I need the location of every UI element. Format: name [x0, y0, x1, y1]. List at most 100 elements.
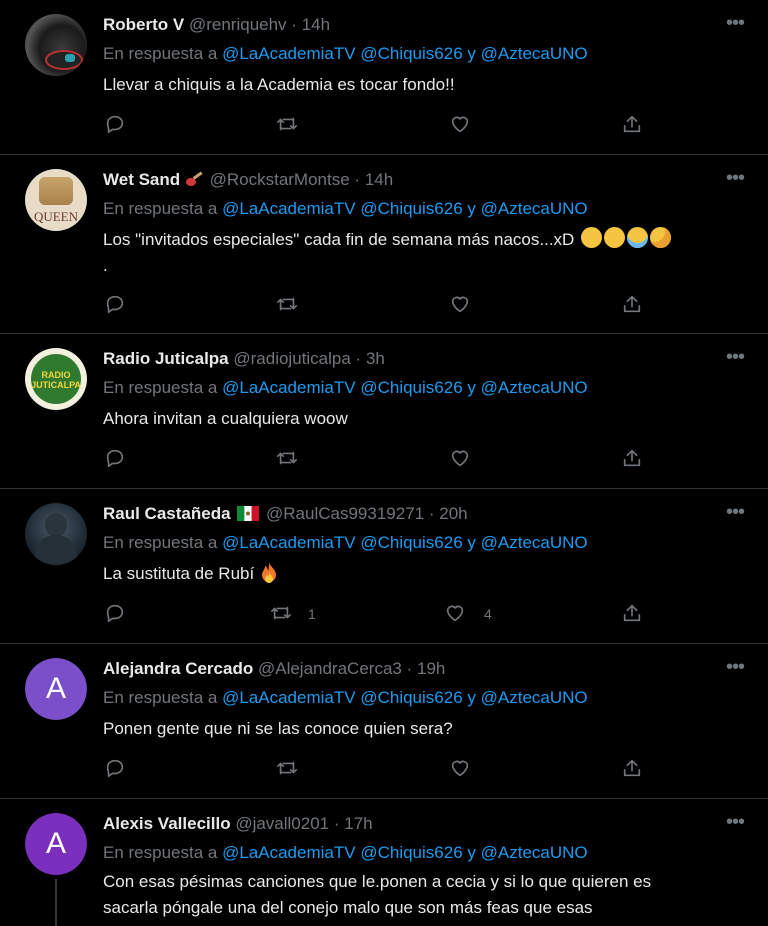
display-name[interactable]: Alexis Vallecillo: [103, 814, 231, 833]
mention-link[interactable]: @AztecaUNO: [481, 688, 588, 707]
avatar[interactable]: A: [25, 658, 87, 720]
grinning-squinting-face-icon: [604, 227, 626, 248]
more-options-icon[interactable]: •••: [724, 812, 746, 837]
mention-link[interactable]: @LaAcademiaTV: [222, 533, 356, 552]
tweet-5[interactable]: A Alejandra Cercado @AlejandraCerca3 · 1…: [0, 644, 768, 799]
share-icon[interactable]: [621, 447, 643, 469]
mention-link[interactable]: @LaAcademiaTV: [222, 843, 356, 862]
guitar-icon: [185, 170, 205, 188]
avatar[interactable]: A: [25, 813, 87, 875]
tweet-text: Llevar a chiquis a la Academia es tocar …: [103, 75, 455, 94]
share-icon[interactable]: [621, 602, 643, 624]
like-icon[interactable]: [449, 757, 471, 779]
more-options-icon[interactable]: •••: [724, 657, 746, 682]
mexico-flag-icon: [237, 506, 260, 521]
reply-icon[interactable]: [104, 113, 126, 135]
reply-icon[interactable]: [104, 757, 126, 779]
tweet-header: Raul Castañeda @RaulCas99319271 · 20h: [103, 504, 468, 523]
timestamp[interactable]: 14h: [365, 170, 393, 189]
display-name[interactable]: Raul Castañeda: [103, 504, 231, 523]
handle[interactable]: @renriquehv: [189, 15, 287, 34]
face-with-hand-over-mouth-icon: [650, 227, 672, 248]
reply-context: En respuesta a @LaAcademiaTV @Chiquis626…: [103, 688, 588, 707]
reply-context: En respuesta a @LaAcademiaTV @Chiquis626…: [103, 533, 588, 552]
mention-link[interactable]: @Chiquis626: [360, 688, 462, 707]
mention-link[interactable]: @Chiquis626: [360, 533, 462, 552]
thread-line: [55, 879, 57, 926]
display-name[interactable]: Wet Sand: [103, 170, 180, 189]
retweet-icon[interactable]: [270, 602, 292, 624]
avatar-logo-text: RADIO JUTICALPA: [31, 370, 81, 390]
retweet-icon[interactable]: [276, 757, 298, 779]
like-icon[interactable]: [449, 293, 471, 315]
handle[interactable]: @RaulCas99319271: [266, 504, 424, 523]
tweet-3[interactable]: RADIO JUTICALPA Radio Juticalpa @radioju…: [0, 334, 768, 489]
mention-link[interactable]: @AztecaUNO: [481, 44, 588, 63]
more-options-icon[interactable]: •••: [724, 502, 746, 527]
more-options-icon[interactable]: •••: [724, 347, 746, 372]
handle[interactable]: @AlejandraCerca3: [258, 659, 402, 678]
avatar-letter: A: [25, 813, 87, 875]
tweet-1[interactable]: Roberto V @renriquehv · 14h ••• En respu…: [0, 0, 768, 155]
timestamp[interactable]: 14h: [302, 15, 330, 34]
tweet-header: Radio Juticalpa @radiojuticalpa · 3h: [103, 349, 385, 368]
avatar[interactable]: RADIO JUTICALPA: [25, 348, 87, 410]
reply-context: En respuesta a @LaAcademiaTV @Chiquis626…: [103, 843, 588, 862]
like-icon[interactable]: [449, 113, 471, 135]
timestamp[interactable]: 20h: [439, 504, 467, 523]
handle[interactable]: @radiojuticalpa: [233, 349, 350, 368]
mention-link[interactable]: @Chiquis626: [360, 44, 462, 63]
reply-icon[interactable]: [104, 602, 126, 624]
handle[interactable]: @RockstarMontse: [210, 170, 350, 189]
tweet-text: La sustituta de Rubí: [103, 561, 753, 587]
mention-link[interactable]: @AztecaUNO: [481, 378, 588, 397]
tweet-header: Roberto V @renriquehv · 14h: [103, 15, 331, 34]
mention-link[interactable]: @Chiquis626: [360, 378, 462, 397]
share-icon[interactable]: [621, 293, 643, 315]
reply-icon[interactable]: [104, 293, 126, 315]
more-options-icon[interactable]: •••: [724, 168, 746, 193]
mention-link[interactable]: @LaAcademiaTV: [222, 199, 356, 218]
timestamp[interactable]: 19h: [417, 659, 445, 678]
tweet-header: Alexis Vallecillo @javall0201 · 17h: [103, 814, 373, 833]
mention-link[interactable]: @Chiquis626: [360, 199, 462, 218]
mention-link[interactable]: @Chiquis626: [360, 843, 462, 862]
reply-context: En respuesta a @LaAcademiaTV @Chiquis626…: [103, 378, 588, 397]
share-icon[interactable]: [621, 113, 643, 135]
share-icon[interactable]: [621, 757, 643, 779]
timestamp[interactable]: 3h: [366, 349, 385, 368]
retweet-count: 1: [308, 606, 316, 622]
avatar[interactable]: QUEEN: [25, 169, 87, 231]
tweet-text: Los "invitados especiales" cada fin de s…: [103, 227, 753, 279]
mention-link[interactable]: @AztecaUNO: [481, 843, 588, 862]
more-options-icon[interactable]: •••: [724, 13, 746, 38]
display-name[interactable]: Alejandra Cercado: [103, 659, 253, 678]
like-icon[interactable]: [444, 602, 466, 624]
avatar-letter: A: [25, 658, 87, 720]
like-icon[interactable]: [449, 447, 471, 469]
mention-link[interactable]: @AztecaUNO: [481, 199, 588, 218]
tweet-header: Alejandra Cercado @AlejandraCerca3 · 19h: [103, 659, 446, 678]
tweet-2[interactable]: QUEEN Wet Sand @RockstarMontse · 14h •••…: [0, 155, 768, 334]
tweet-text: Con esas pésimas canciones que le.ponen …: [103, 872, 652, 917]
reply-icon[interactable]: [104, 447, 126, 469]
avatar[interactable]: [25, 14, 87, 76]
retweet-icon[interactable]: [276, 113, 298, 135]
face-with-tears-of-joy-icon: [627, 227, 649, 248]
mention-link[interactable]: @LaAcademiaTV: [222, 44, 356, 63]
mention-link[interactable]: @LaAcademiaTV: [222, 378, 356, 397]
tweet-4[interactable]: Raul Castañeda @RaulCas99319271 · 20h ••…: [0, 489, 768, 644]
reply-context: En respuesta a @LaAcademiaTV @Chiquis626…: [103, 44, 588, 63]
mention-link[interactable]: @LaAcademiaTV: [222, 688, 356, 707]
mention-link[interactable]: @AztecaUNO: [481, 533, 588, 552]
handle[interactable]: @javall0201: [235, 814, 329, 833]
retweet-icon[interactable]: [276, 293, 298, 315]
avatar[interactable]: [25, 503, 87, 565]
avatar-logo-text: QUEEN: [33, 209, 79, 224]
timestamp[interactable]: 17h: [344, 814, 372, 833]
tweet-6[interactable]: A Alexis Vallecillo @javall0201 · 17h ••…: [0, 799, 768, 926]
retweet-icon[interactable]: [276, 447, 298, 469]
display-name[interactable]: Roberto V: [103, 15, 184, 34]
display-name[interactable]: Radio Juticalpa: [103, 349, 229, 368]
tweet-text: Ahora invitan a cualquiera woow: [103, 409, 348, 428]
